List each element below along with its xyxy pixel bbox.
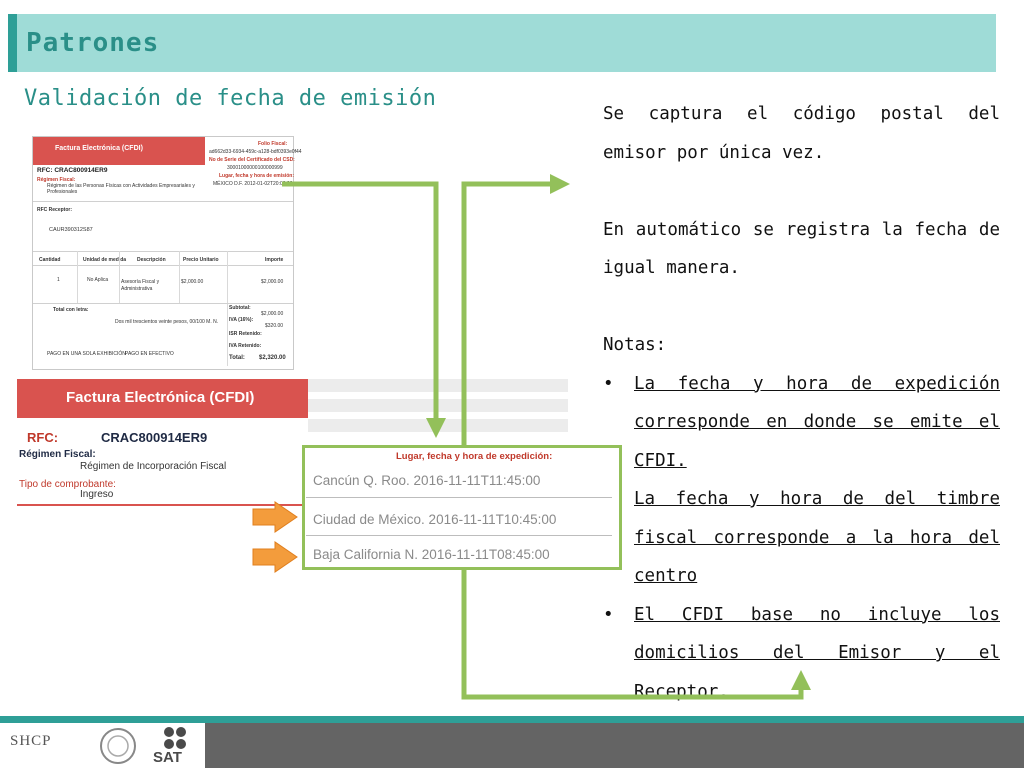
sat-logo: SAT [153,749,182,766]
callout-row-baja: Baja California N. 2016-11-11T08:45:00 [313,547,550,562]
footer-accent-strip [0,716,1024,723]
green-arrow-to-receptor [461,570,811,700]
orange-arrow-icon [252,501,298,533]
connector-arrows [252,174,811,700]
orange-arrow-icon [252,541,298,573]
callout-row-cancun: Cancún Q. Roo. 2016-11-11T11:45:00 [313,473,541,488]
shcp-logo: SHCP [10,733,52,749]
green-arrow-to-callout [282,181,446,438]
sat-logo-icon [164,727,186,749]
callout-title: Lugar, fecha y hora de expedición: [396,451,553,462]
seal-icon [100,728,136,764]
callout-row-cdmx: Ciudad de México. 2016-11-11T10:45:00 [313,512,557,527]
green-arrow-to-text [461,174,570,445]
